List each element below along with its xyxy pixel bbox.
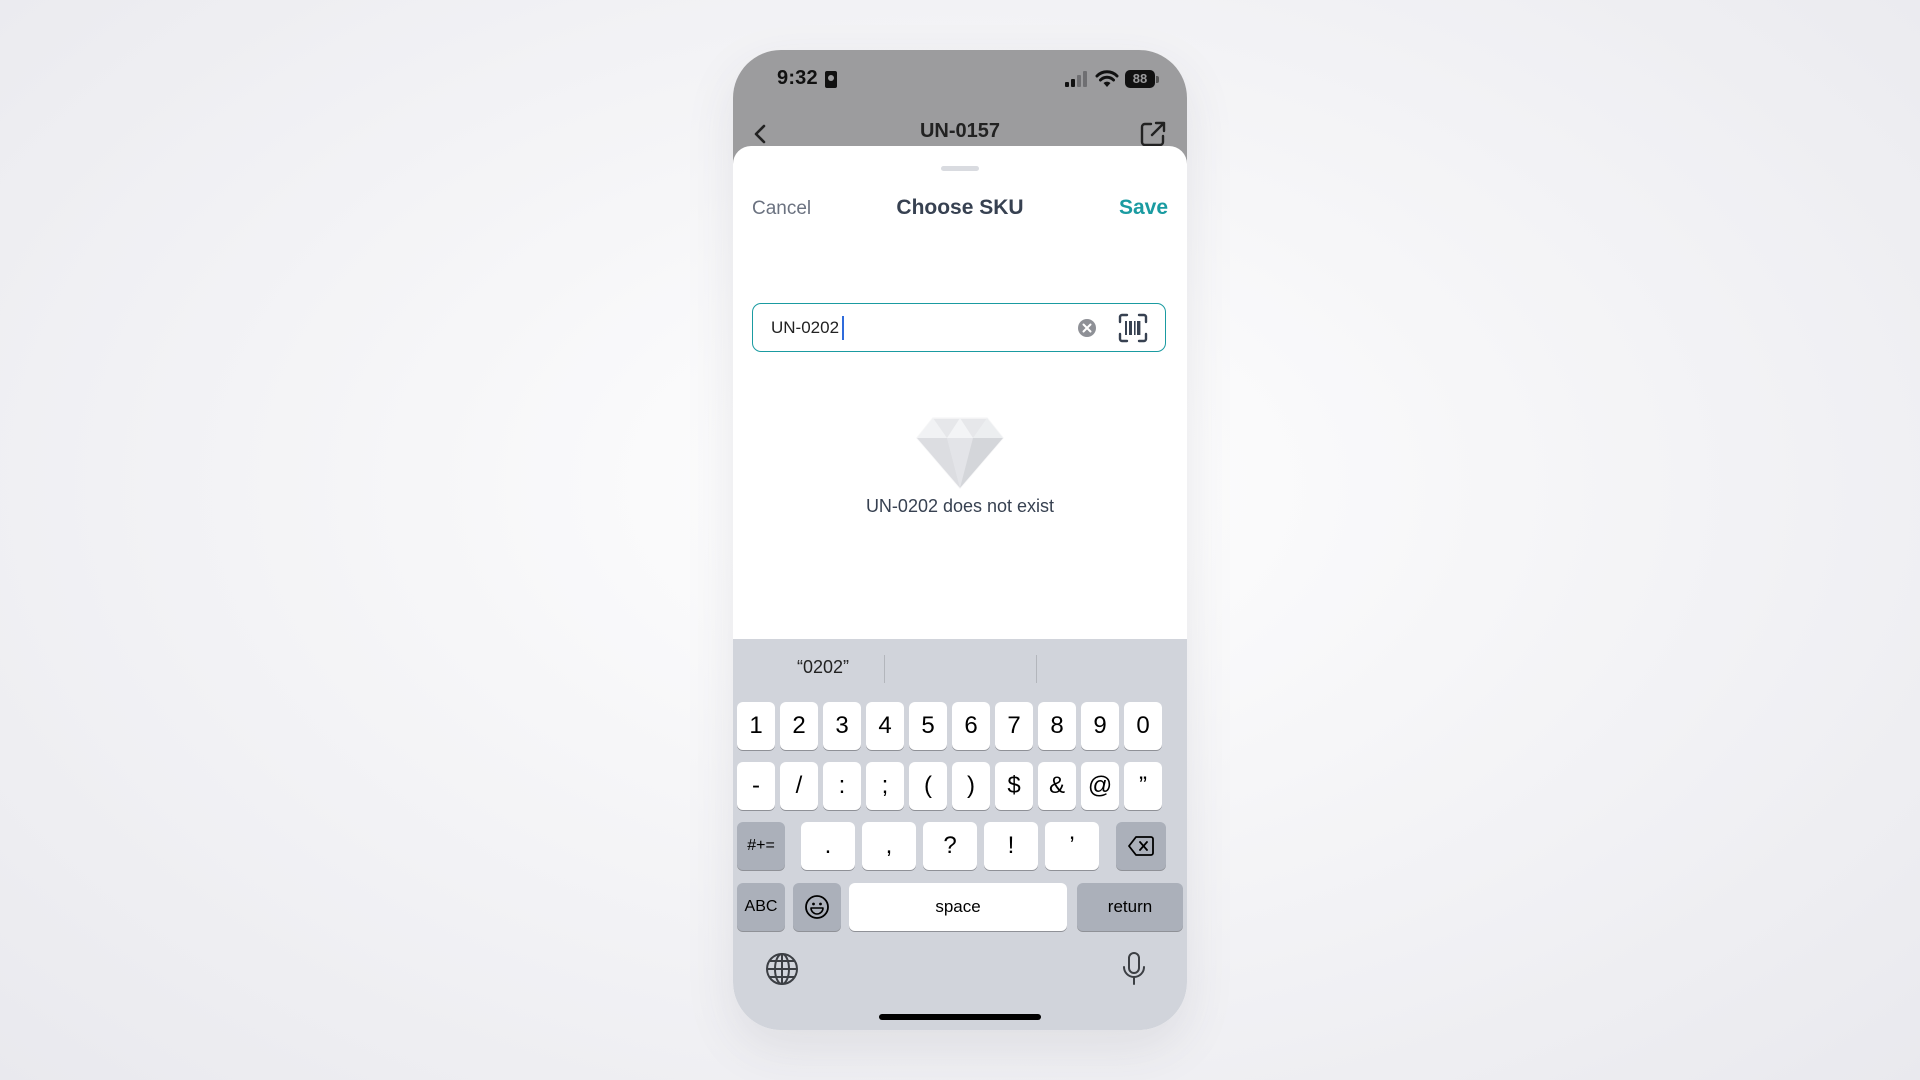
key-dollar[interactable]: $ <box>995 762 1033 810</box>
sku-search-input[interactable] <box>771 316 1051 340</box>
key-8[interactable]: 8 <box>1038 702 1076 750</box>
battery-icon: 88 <box>1125 70 1155 88</box>
background-page-title: UN-0157 <box>919 120 1001 142</box>
key-9[interactable]: 9 <box>1081 702 1119 750</box>
key-semicolon[interactable]: ; <box>866 762 904 810</box>
backspace-icon <box>1128 836 1154 856</box>
key-question[interactable]: ? <box>923 822 977 870</box>
key-1[interactable]: 1 <box>737 702 775 750</box>
key-ampersand[interactable]: & <box>1038 762 1076 810</box>
clear-icon[interactable] <box>1077 318 1097 338</box>
key-colon[interactable]: : <box>823 762 861 810</box>
sku-search-field[interactable] <box>752 303 1166 352</box>
key-0[interactable]: 0 <box>1124 702 1162 750</box>
key-slash[interactable]: / <box>780 762 818 810</box>
suggestion-divider <box>1036 655 1037 683</box>
wifi-icon <box>1095 70 1119 87</box>
space-key[interactable]: space <box>849 883 1067 931</box>
share-icon <box>1140 121 1166 147</box>
key-exclamation[interactable]: ! <box>984 822 1038 870</box>
suggestion-divider <box>884 655 885 683</box>
status-time: 9:32 <box>777 67 818 89</box>
text-caret <box>842 316 844 340</box>
keyboard-suggestion-bar: “0202” <box>733 639 1187 699</box>
key-apostrophe[interactable]: ’ <box>1045 822 1099 870</box>
symbols-key[interactable]: #+= <box>737 822 785 870</box>
empty-state-message: UN-0202 does not exist <box>865 496 1055 516</box>
key-period[interactable]: . <box>801 822 855 870</box>
id-card-icon <box>825 71 837 88</box>
key-comma[interactable]: , <box>862 822 916 870</box>
key-7[interactable]: 7 <box>995 702 1033 750</box>
diamond-icon <box>916 417 1004 490</box>
return-key[interactable]: return <box>1077 883 1183 931</box>
battery-tip <box>1156 76 1159 83</box>
key-close-paren[interactable]: ) <box>952 762 990 810</box>
abc-key[interactable]: ABC <box>737 883 785 931</box>
key-at[interactable]: @ <box>1081 762 1119 810</box>
key-2[interactable]: 2 <box>780 702 818 750</box>
key-4[interactable]: 4 <box>866 702 904 750</box>
save-button[interactable]: Save <box>1119 196 1168 220</box>
delete-key[interactable] <box>1116 822 1166 870</box>
suggestion-1[interactable]: “0202” <box>773 657 873 678</box>
phone-screen: 9:32 88 UN-0157 Cancel Choose SKU Save U… <box>733 50 1187 1030</box>
globe-icon[interactable] <box>765 952 799 986</box>
key-hyphen[interactable]: - <box>737 762 775 810</box>
sheet-header: Cancel Choose SKU Save <box>733 190 1187 230</box>
status-bar: 9:32 88 <box>733 50 1187 110</box>
key-5[interactable]: 5 <box>909 702 947 750</box>
microphone-icon[interactable] <box>1121 951 1147 987</box>
emoji-key[interactable] <box>793 883 841 931</box>
keyboard: “0202” 1 2 3 4 5 6 7 8 9 0 - / : ; ( ) $… <box>733 639 1187 1030</box>
key-6[interactable]: 6 <box>952 702 990 750</box>
key-3[interactable]: 3 <box>823 702 861 750</box>
barcode-scan-icon[interactable] <box>1118 313 1148 343</box>
home-indicator <box>879 1014 1041 1020</box>
cellular-signal-icon <box>1065 71 1087 87</box>
key-quote[interactable]: ” <box>1124 762 1162 810</box>
empty-state: UN-0202 does not exist <box>733 416 1187 536</box>
key-open-paren[interactable]: ( <box>909 762 947 810</box>
sheet-grabber[interactable] <box>941 166 979 171</box>
emoji-icon <box>805 895 829 919</box>
